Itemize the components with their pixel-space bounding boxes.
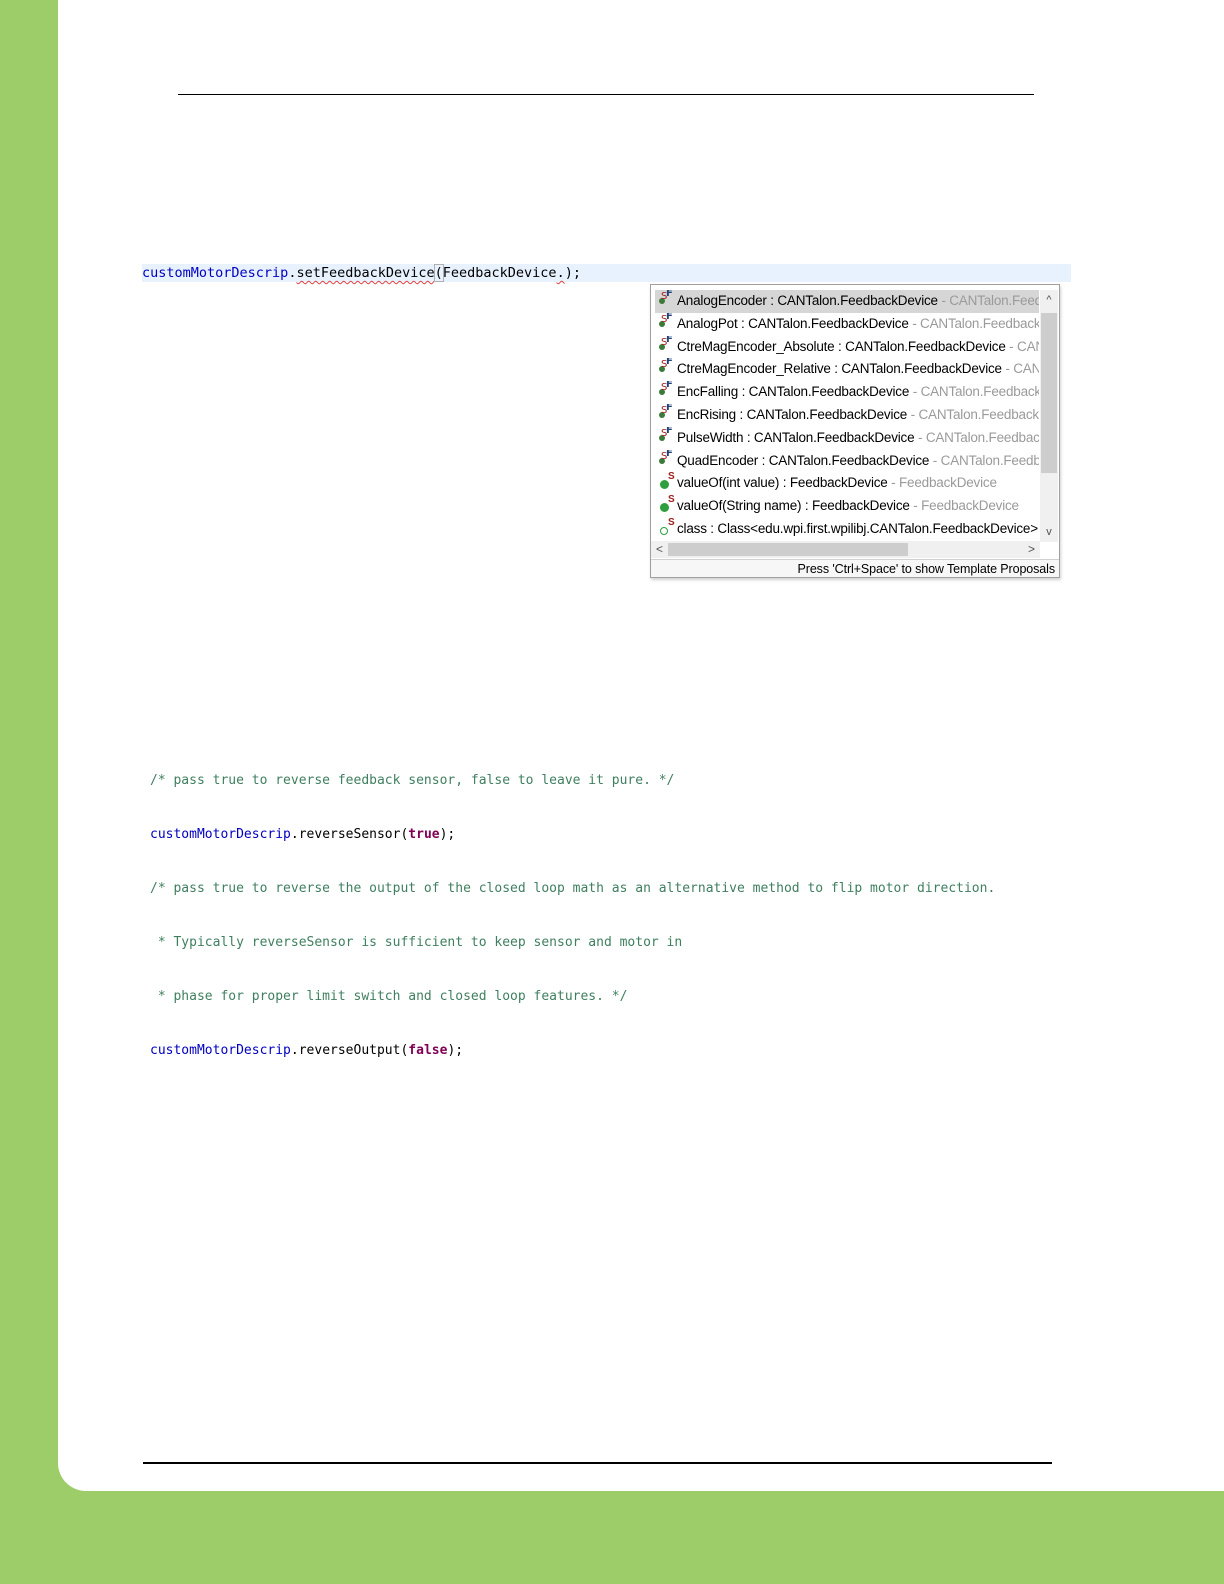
vertical-scrollbar[interactable]: ^ v	[1040, 290, 1058, 542]
autocomplete-item[interactable]: S F PulseWidth : CANTalon.FeedbackDevice -…	[655, 427, 1039, 450]
autocomplete-item-name: class : Class<edu.wpi.first.wpilibj.CANT…	[677, 520, 1038, 536]
static-final-field-icon: SF	[659, 290, 673, 304]
static-final-field-icon: SF	[659, 381, 673, 396]
scrollbar-thumb-horizontal[interactable]	[668, 543, 908, 556]
code-statement-line: customMotorDescrip.reverseOutput(false);	[150, 1042, 1070, 1060]
autocomplete-item[interactable]: S F CtreMagEncoder_Relative : CANTalon.Fee…	[655, 358, 1039, 381]
autocomplete-item-qualifier: - CANTalon.FeedbackDevice	[910, 406, 1039, 422]
code-call-token: .reverseOutput(	[290, 1043, 409, 1058]
autocomplete-item-qualifier: - CANTalon.FeedbackDevice	[941, 293, 1039, 308]
code-comment-line: /* pass true to reverse feedback sensor,…	[150, 773, 675, 788]
scroll-left-icon[interactable]: <	[651, 541, 668, 558]
autocomplete-item-name: PulseWidth : CANTalon.FeedbackDevice	[677, 429, 915, 445]
static-final-field-icon: SF	[659, 358, 673, 373]
code-arg-token: FeedbackDevice	[442, 265, 557, 281]
static-method-icon: S	[658, 495, 675, 514]
autocomplete-item[interactable]: S F CtreMagEncoder_Absolute : CANTalon.Fee…	[655, 336, 1039, 359]
autocomplete-item[interactable]: SvalueOf(String name) : FeedbackDevice -…	[655, 495, 1039, 518]
autocomplete-footer: Press 'Ctrl+Space' to show Template Prop…	[651, 559, 1059, 577]
scrollbar-thumb[interactable]	[1041, 313, 1057, 473]
autocomplete-item-qualifier: - CANTalon.FeedbackDevice	[912, 315, 1039, 331]
footer-rule	[143, 1462, 1052, 1464]
autocomplete-item-qualifier: - FeedbackDevice	[909, 498, 1019, 514]
autocomplete-item-qualifier: - FeedbackDevice	[887, 475, 997, 491]
static-method-icon: S	[658, 472, 675, 491]
code-field-token: customMotorDescrip	[150, 827, 291, 842]
scroll-right-icon[interactable]: >	[1023, 541, 1040, 558]
autocomplete-item-name: valueOf(int value) : FeedbackDevice	[677, 475, 888, 491]
code-comment-line: /* pass true to reverse the output of th…	[150, 881, 996, 896]
static-class-icon: S	[658, 518, 675, 537]
autocomplete-item[interactable]: S F AnalogPot : CANTalon.FeedbackDevice - …	[655, 313, 1039, 336]
code-end-token: );	[447, 1043, 464, 1058]
code-dot-token-2: .	[556, 265, 565, 281]
autocomplete-item-name: AnalogPot : CANTalon.FeedbackDevice	[677, 315, 909, 331]
scroll-down-icon[interactable]: v	[1040, 523, 1058, 541]
autocomplete-item[interactable]: S F EncFalling : CANTalon.FeedbackDevice -…	[655, 381, 1039, 404]
code-field-token: customMotorDescrip	[142, 265, 289, 281]
autocomplete-item[interactable]: S F QuadEncoder : CANTalon.FeedbackDevice …	[655, 450, 1039, 473]
autocomplete-item-name: valueOf(String name) : FeedbackDevice	[677, 498, 910, 514]
autocomplete-item[interactable]: Sclass : Class<edu.wpi.first.wpilibj.CAN…	[655, 518, 1039, 541]
editor-code-line[interactable]: customMotorDescrip. setFeedbackDevice(Fee…	[142, 264, 1071, 282]
code-block: /* pass true to reverse feedback sensor,…	[150, 736, 1070, 1078]
code-comment-line: * phase for proper limit switch and clos…	[150, 989, 628, 1004]
static-final-field-icon: SF	[659, 335, 673, 350]
code-end-token: );	[439, 827, 456, 842]
static-final-field-icon: SF	[659, 312, 673, 327]
autocomplete-item-qualifier: - CANTalon.FeedbackDevice	[912, 384, 1039, 400]
header-rule	[178, 94, 1034, 95]
autocomplete-item-qualifier: - CANTalon.FeedbackDevice	[932, 452, 1039, 468]
autocomplete-item-name: QuadEncoder : CANTalon.FeedbackDevice	[677, 452, 930, 468]
static-final-field-icon: SF	[659, 449, 673, 464]
code-method-token: setFeedbackDevice	[296, 265, 435, 281]
autocomplete-item[interactable]: SvalueOf(int value) : FeedbackDevice - F…	[655, 472, 1039, 495]
autocomplete-item-qualifier: - CANTalon.FeedbackDevice	[1009, 338, 1039, 354]
autocomplete-item-name: EncFalling : CANTalon.FeedbackDevice	[677, 384, 910, 400]
autocomplete-item-name: CtreMagEncoder_Relative : CANTalon.Feedb…	[677, 361, 1002, 377]
code-open-paren-token: (	[433, 264, 444, 282]
autocomplete-item[interactable]: S F AnalogEncoder : CANTalon.FeedbackDevic…	[655, 290, 1039, 313]
code-keyword-token: true	[408, 827, 440, 842]
horizontal-scrollbar[interactable]: < >	[651, 541, 1040, 558]
scroll-up-icon[interactable]: ^	[1040, 291, 1058, 309]
code-statement-line: customMotorDescrip.reverseSensor(true);	[150, 826, 1070, 844]
code-keyword-token: false	[408, 1043, 448, 1058]
code-call-token: .reverseSensor(	[290, 827, 409, 842]
autocomplete-item-name: EncRising : CANTalon.FeedbackDevice	[677, 406, 908, 422]
code-close-token: );	[564, 265, 581, 281]
static-final-field-icon: SF	[659, 426, 673, 441]
autocomplete-item-name: AnalogEncoder : CANTalon.FeedbackDevice	[677, 293, 938, 308]
code-comment-line: * Typically reverseSensor is sufficient …	[150, 935, 683, 950]
autocomplete-item-qualifier: - CANTalon.FeedbackDevice	[1005, 361, 1039, 377]
autocomplete-item[interactable]: S F EncRising : CANTalon.FeedbackDevice - …	[655, 404, 1039, 427]
autocomplete-item-name: CtreMagEncoder_Absolute : CANTalon.Feedb…	[677, 338, 1006, 354]
autocomplete-item-qualifier: - CANTalon.FeedbackDevice	[917, 429, 1039, 445]
static-final-field-icon: SF	[659, 403, 673, 418]
autocomplete-popup[interactable]: S F AnalogEncoder : CANTalon.FeedbackDevic…	[650, 284, 1060, 578]
code-field-token: customMotorDescrip	[150, 1043, 291, 1058]
autocomplete-list[interactable]: S F AnalogEncoder : CANTalon.FeedbackDevic…	[655, 290, 1039, 542]
